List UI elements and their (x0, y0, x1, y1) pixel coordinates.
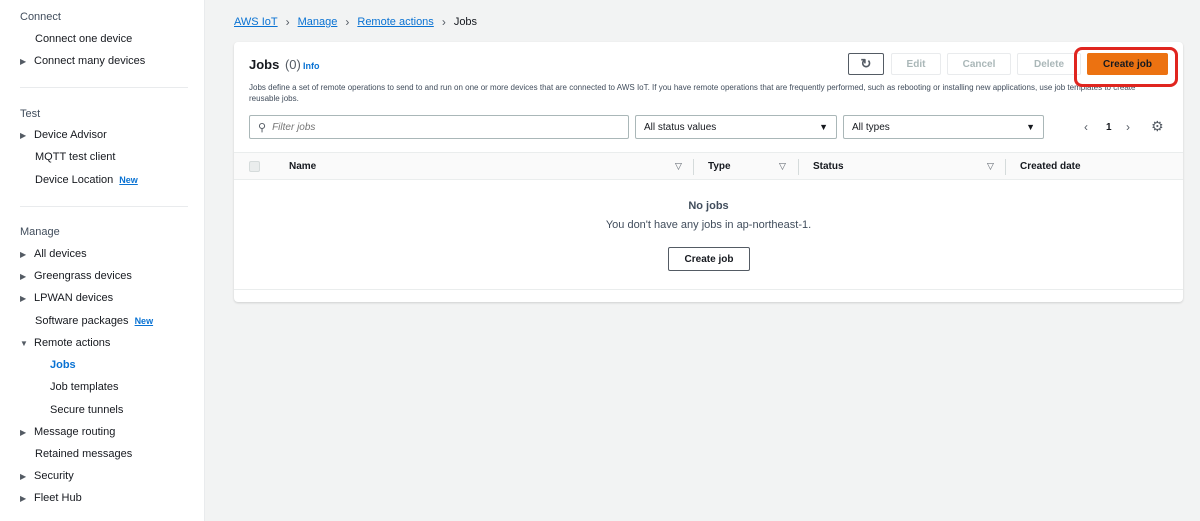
delete-button[interactable]: Delete (1017, 53, 1081, 75)
sidebar-item-job-templates[interactable]: Job templates (50, 381, 118, 393)
sidebar-item-connect-one-device[interactable]: Connect one device (35, 33, 132, 45)
cancel-button[interactable]: Cancel (947, 53, 1011, 75)
next-page-icon[interactable]: › (1126, 120, 1130, 134)
sidebar-divider (20, 87, 188, 88)
column-divider (798, 159, 799, 175)
panel-footer-divider (234, 289, 1183, 290)
breadcrumb-manage[interactable]: Manage (298, 16, 338, 28)
type-select-value: All types (852, 121, 890, 133)
status-select[interactable]: All status values ▼ (635, 115, 837, 139)
sidebar-section-connect: Connect (20, 11, 61, 23)
sidebar-item-software-packages[interactable]: Software packages New (35, 315, 153, 327)
caret-right-icon: ▶ (20, 428, 27, 437)
sort-icon[interactable]: ▽ (675, 161, 682, 172)
empty-state-title: No jobs (688, 200, 729, 212)
caret-right-icon: ▶ (20, 294, 27, 303)
empty-create-job-button[interactable]: Create job (668, 247, 750, 271)
select-all-checkbox[interactable] (249, 161, 260, 172)
info-link[interactable]: Info (303, 61, 320, 71)
sidebar-item-device-location[interactable]: Device Location New (35, 174, 138, 186)
caret-right-icon: ▶ (20, 472, 27, 481)
previous-page-icon[interactable]: ‹ (1084, 120, 1088, 134)
edit-button[interactable]: Edit (891, 53, 941, 75)
column-header-name[interactable]: Name (289, 161, 316, 172)
sidebar: Connect Connect one device ▶ Connect many… (0, 0, 205, 521)
caret-right-icon: ▶ (20, 57, 27, 66)
chevron-right-icon: › (285, 15, 290, 29)
sidebar-item-lpwan-devices[interactable]: ▶ LPWAN devices (20, 292, 113, 304)
filter-jobs-field[interactable]: ⚲ (249, 115, 629, 139)
panel-title-text: Jobs (249, 57, 280, 72)
breadcrumb: AWS IoT › Manage › Remote actions › Jobs (234, 15, 477, 29)
chevron-right-icon: › (441, 15, 446, 29)
caret-right-icon: ▶ (20, 272, 27, 281)
sidebar-item-label: Security (34, 470, 74, 482)
caret-down-icon: ▼ (819, 122, 828, 132)
caret-right-icon: ▶ (20, 494, 27, 503)
sidebar-item-jobs[interactable]: Jobs (50, 359, 76, 371)
breadcrumb-remote-actions[interactable]: Remote actions (357, 16, 433, 28)
sidebar-item-label: Device Location (35, 174, 114, 186)
sidebar-item-remote-actions[interactable]: ▼ Remote actions (20, 337, 110, 349)
breadcrumb-current: Jobs (453, 16, 478, 28)
new-badge: New (134, 316, 154, 326)
sidebar-item-connect-many-devices[interactable]: ▶ Connect many devices (20, 55, 145, 67)
caret-down-icon: ▼ (1026, 122, 1035, 132)
sidebar-item-retained-messages[interactable]: Retained messages (35, 448, 132, 460)
column-header-created-date[interactable]: Created date (1020, 161, 1081, 172)
column-header-status[interactable]: Status (813, 161, 844, 172)
page-title: Jobs (0) (249, 57, 301, 72)
type-select[interactable]: All types ▼ (843, 115, 1044, 139)
sidebar-item-label: Greengrass devices (34, 270, 132, 282)
sidebar-item-label: All devices (34, 248, 87, 260)
sidebar-item-secure-tunnels[interactable]: Secure tunnels (50, 404, 123, 416)
caret-down-icon: ▼ (20, 339, 28, 348)
caret-right-icon: ▶ (20, 131, 27, 140)
sidebar-item-greengrass-devices[interactable]: ▶ Greengrass devices (20, 270, 132, 282)
caret-right-icon: ▶ (20, 250, 27, 259)
sidebar-section-test: Test (20, 108, 41, 120)
status-select-value: All status values (644, 121, 717, 133)
column-header-type[interactable]: Type (708, 161, 731, 172)
sidebar-item-label: Remote actions (34, 337, 111, 349)
sidebar-item-security[interactable]: ▶ Security (20, 470, 74, 482)
sidebar-item-label: Software packages (35, 315, 129, 327)
sidebar-item-label: Connect many devices (34, 55, 146, 67)
panel-description: Jobs define a set of remote operations t… (249, 83, 1136, 103)
column-divider (1005, 159, 1006, 175)
sort-icon[interactable]: ▽ (779, 161, 786, 172)
sidebar-item-label: Device Advisor (34, 129, 107, 141)
table-header: Name ▽ Type ▽ Status ▽ Created date (234, 152, 1183, 180)
breadcrumb-aws-iot[interactable]: AWS IoT (234, 16, 278, 28)
column-divider (693, 159, 694, 175)
new-badge: New (119, 175, 138, 185)
refresh-button[interactable]: ↻ (848, 53, 884, 75)
sidebar-item-mqtt-test-client[interactable]: MQTT test client (35, 151, 115, 163)
page-number[interactable]: 1 (1106, 122, 1112, 133)
sidebar-item-label: Fleet Hub (34, 492, 82, 504)
jobs-count: (0) (284, 57, 301, 72)
sidebar-item-label: LPWAN devices (34, 292, 114, 304)
chevron-right-icon: › (345, 15, 350, 29)
empty-state-description: You don't have any jobs in ap-northeast-… (605, 219, 812, 231)
sidebar-divider (20, 206, 188, 207)
sidebar-item-message-routing[interactable]: ▶ Message routing (20, 426, 115, 438)
sidebar-item-fleet-hub[interactable]: ▶ Fleet Hub (20, 492, 82, 504)
sidebar-item-all-devices[interactable]: ▶ All devices (20, 248, 87, 260)
sidebar-section-manage: Manage (20, 226, 60, 238)
refresh-icon: ↻ (860, 56, 872, 71)
jobs-panel: Jobs (0) Info Jobs define a set of remot… (234, 42, 1183, 302)
sidebar-item-device-advisor[interactable]: ▶ Device Advisor (20, 129, 107, 141)
gear-icon[interactable]: ⚙ (1151, 118, 1164, 135)
filter-jobs-input[interactable] (272, 121, 613, 133)
sidebar-item-label: Message routing (34, 426, 116, 438)
create-job-button[interactable]: Create job (1087, 53, 1168, 75)
search-icon: ⚲ (258, 121, 267, 134)
sort-icon[interactable]: ▽ (987, 161, 994, 172)
